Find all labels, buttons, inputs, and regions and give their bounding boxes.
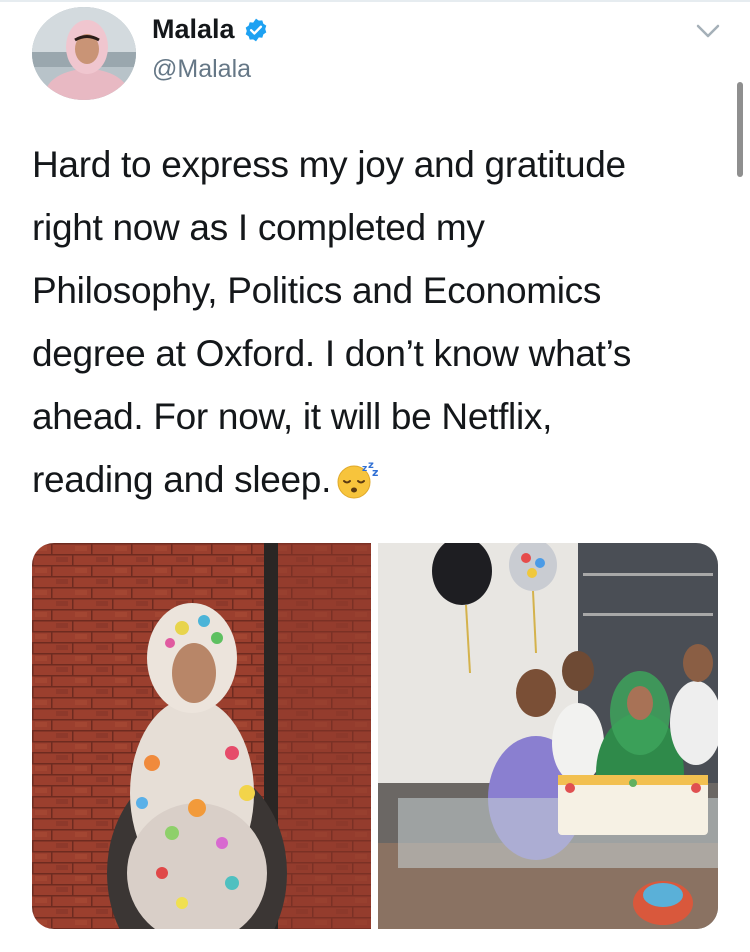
tweet-text: Hard to express my joy and gratitude rig… (32, 133, 732, 511)
tweet-text-last-line: reading and sleep. z z z (32, 448, 732, 511)
tweet-text-line: Philosophy, Politics and Economics (32, 270, 602, 311)
chevron-down-icon[interactable] (694, 20, 722, 42)
svg-text:z: z (372, 466, 378, 479)
author-handle[interactable]: @Malala (152, 55, 251, 84)
tweet-text-line: right now as I completed my (32, 207, 485, 248)
celebration-photo[interactable] (32, 543, 371, 929)
tweet-text-line: degree at Oxford. I don’t know what’s (32, 333, 632, 374)
tweet-text-line: ahead. For now, it will be Netflix, (32, 396, 553, 437)
scrollbar[interactable] (737, 82, 743, 177)
top-divider (0, 0, 750, 2)
tweet-text-line: Hard to express my joy and gratitude (32, 144, 626, 185)
tweet: Malala @Malala Hard to express my joy an… (0, 0, 750, 952)
author-name[interactable]: Malala (152, 14, 269, 45)
verified-badge-icon (243, 17, 269, 43)
family-cake-photo[interactable] (378, 543, 718, 929)
sleeping-face-emoji: z z z (335, 456, 379, 499)
svg-text:z: z (362, 464, 367, 474)
avatar-image (32, 7, 136, 100)
tweet-media (32, 543, 718, 929)
tweet-text-line: reading and sleep. (32, 459, 332, 500)
author-avatar[interactable] (32, 7, 136, 100)
author-name-text: Malala (152, 14, 235, 44)
